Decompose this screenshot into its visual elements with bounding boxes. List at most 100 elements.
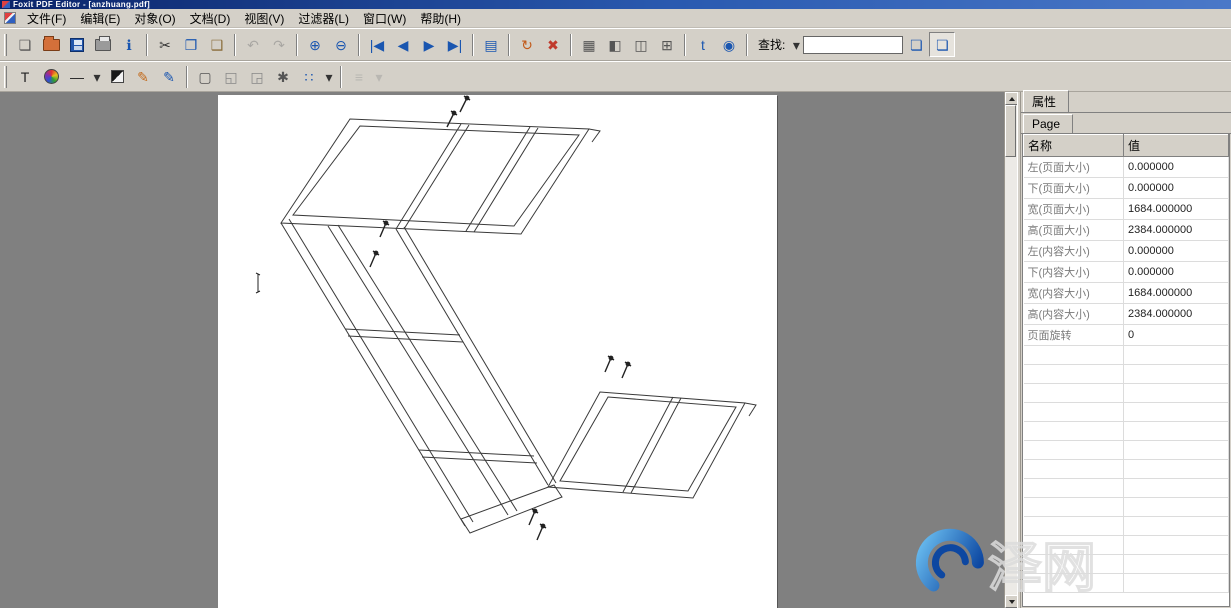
menu-items: 文件(F)编辑(E)对象(O)文档(D)视图(V)过滤器(L)窗口(W)帮助(H… [20,8,468,29]
copy-icon: ❐ [185,38,198,52]
color-wheel-icon [44,69,59,84]
transform-a-button[interactable]: ◱ [218,64,244,89]
find-doc-button[interactable]: ❏ [903,32,929,57]
target-button[interactable]: ◉ [716,32,742,57]
page-drawing [218,95,777,608]
align-button[interactable]: ≡ [346,64,372,89]
page-layout-button[interactable]: ▤ [478,32,504,57]
zoom-in-button[interactable]: ⊕ [302,32,328,57]
menu-item-view[interactable]: 视图(V) [237,8,291,29]
menu-item-file[interactable]: 文件(F) [20,8,73,29]
fit-page-view-button[interactable]: ⊞ [654,32,680,57]
text-tool-button[interactable]: T [12,64,38,89]
fit-page-icon: ⊞ [661,38,673,52]
line-tool-button[interactable]: — [64,64,90,89]
property-row[interactable]: 高(页面大小)2384.000000 [1024,220,1229,241]
property-row[interactable]: 高(内容大小)2384.000000 [1024,304,1229,325]
toolbar-grip[interactable] [4,66,7,88]
property-value[interactable]: 0 [1124,325,1229,346]
bottom-frame [548,392,756,498]
save-button[interactable] [64,32,90,57]
redo-button[interactable]: ↷ [266,32,292,57]
delete-page-button[interactable]: ✖ [540,32,566,57]
property-row[interactable]: 下(页面大小)0.000000 [1024,178,1229,199]
menu-item-help[interactable]: 帮助(H) [413,8,468,29]
two-page-view-button[interactable]: ◫ [628,32,654,57]
undo-button[interactable]: ↶ [240,32,266,57]
document-canvas[interactable] [0,92,1004,608]
text-tool-icon: T [21,70,30,84]
edit-form-button[interactable]: ✎ [156,64,182,89]
empty-property-row [1024,365,1229,384]
nodes-dropdown-button[interactable]: ▾ [322,64,336,89]
property-row[interactable]: 左(页面大小)0.000000 [1024,157,1229,178]
long-tray [281,219,562,533]
two-page-icon: ◫ [634,38,647,52]
line-icon: — [70,70,84,84]
menu-item-object[interactable]: 对象(O) [127,8,182,29]
property-row[interactable]: 宽(内容大小)1684.000000 [1024,283,1229,304]
find-label: 查找: [758,36,785,53]
menu-item-window[interactable]: 窗口(W) [356,8,413,29]
document-window-icon[interactable] [4,12,16,24]
floppy-icon [70,38,84,52]
property-value[interactable]: 0.000000 [1124,157,1229,178]
prev-page-button[interactable]: ◀ [390,32,416,57]
vertical-scrollbar[interactable] [1004,92,1017,608]
scrollbar-track[interactable] [1005,105,1017,595]
menu-item-filter[interactable]: 过滤器(L) [291,8,356,29]
scrollbar-thumb[interactable] [1005,105,1016,157]
property-row[interactable]: 页面旋转0 [1024,325,1229,346]
line-dropdown-button[interactable]: ▾ [90,64,104,89]
tools-button[interactable]: ✱ [270,64,296,89]
nodes-button[interactable]: ∷ [296,64,322,89]
align-dropdown-button[interactable]: ▾ [372,64,386,89]
cut-button[interactable]: ✂ [152,32,178,57]
text-extract-button[interactable]: t [690,32,716,57]
open-button[interactable] [38,32,64,57]
menu-item-document[interactable]: 文档(D) [183,8,238,29]
select-object-button[interactable]: ▢ [192,64,218,89]
find-dropdown-button[interactable]: ▾ [789,32,803,57]
chevron-down-icon: ▾ [375,70,382,84]
property-value[interactable]: 0.000000 [1124,262,1229,283]
color-wheel-button[interactable] [38,64,64,89]
property-name: 高(页面大小) [1024,220,1124,241]
find-all-button[interactable]: ❏ [929,32,955,57]
toolbar-separator [472,34,474,56]
property-row[interactable]: 左(内容大小)0.000000 [1024,241,1229,262]
property-value[interactable]: 0.000000 [1124,241,1229,262]
property-value[interactable]: 0.000000 [1124,178,1229,199]
find-input[interactable] [803,36,903,54]
column-header-value: 值 [1124,135,1229,157]
menu-item-edit[interactable]: 编辑(E) [73,8,127,29]
toolbar-grip[interactable] [4,34,7,56]
next-page-button[interactable]: ▶ [416,32,442,57]
new-button[interactable]: ❏ [12,32,38,57]
paste-button[interactable]: ❑ [204,32,230,57]
copy-button[interactable]: ❐ [178,32,204,57]
info-button[interactable]: ℹ [116,32,142,57]
property-row[interactable]: 宽(页面大小)1684.000000 [1024,199,1229,220]
print-button[interactable] [90,32,116,57]
properties-panel-tab[interactable]: 属性 [1023,90,1069,112]
property-value[interactable]: 2384.000000 [1124,304,1229,325]
last-page-button[interactable]: ▶| [442,32,468,57]
pdf-page[interactable] [218,95,777,608]
toolbar-separator [296,34,298,56]
tab-page[interactable]: Page [1023,114,1073,133]
edit-content-button[interactable]: ✎ [130,64,156,89]
property-value[interactable]: 1684.000000 [1124,199,1229,220]
import-page-button[interactable]: ↻ [514,32,540,57]
top-frame [281,119,600,234]
edit-toolbar: T—▾✎✎▢◱◲✱∷▾≡▾ [0,61,1231,92]
grid-view-button[interactable]: ▦ [576,32,602,57]
transform-b-button[interactable]: ◲ [244,64,270,89]
property-row[interactable]: 下(内容大小)0.000000 [1024,262,1229,283]
first-page-button[interactable]: |◀ [364,32,390,57]
property-value[interactable]: 1684.000000 [1124,283,1229,304]
zoom-out-button[interactable]: ⊖ [328,32,354,57]
fill-tool-button[interactable] [104,64,130,89]
property-value[interactable]: 2384.000000 [1124,220,1229,241]
single-page-view-button[interactable]: ◧ [602,32,628,57]
